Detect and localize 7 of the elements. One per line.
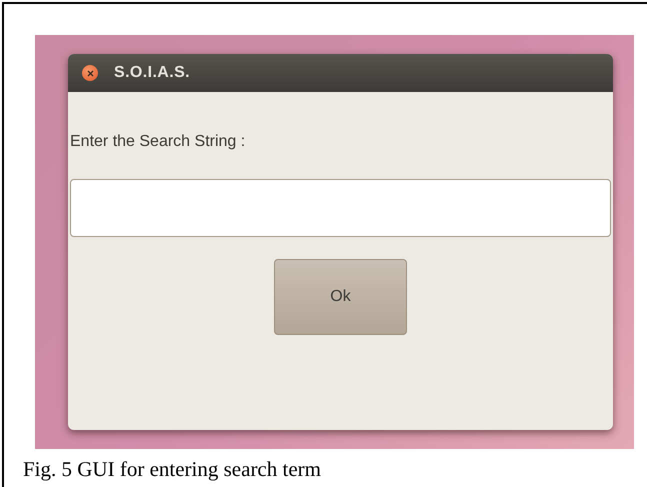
prompt-label: Enter the Search String : — [70, 132, 246, 152]
search-field[interactable] — [70, 179, 611, 237]
window-title: S.O.I.A.S. — [114, 63, 190, 83]
close-icon — [86, 70, 94, 76]
close-button[interactable] — [82, 65, 98, 81]
ok-button[interactable]: Ok — [274, 259, 407, 335]
figure-caption: Fig. 5 GUI for entering search term — [23, 457, 322, 481]
